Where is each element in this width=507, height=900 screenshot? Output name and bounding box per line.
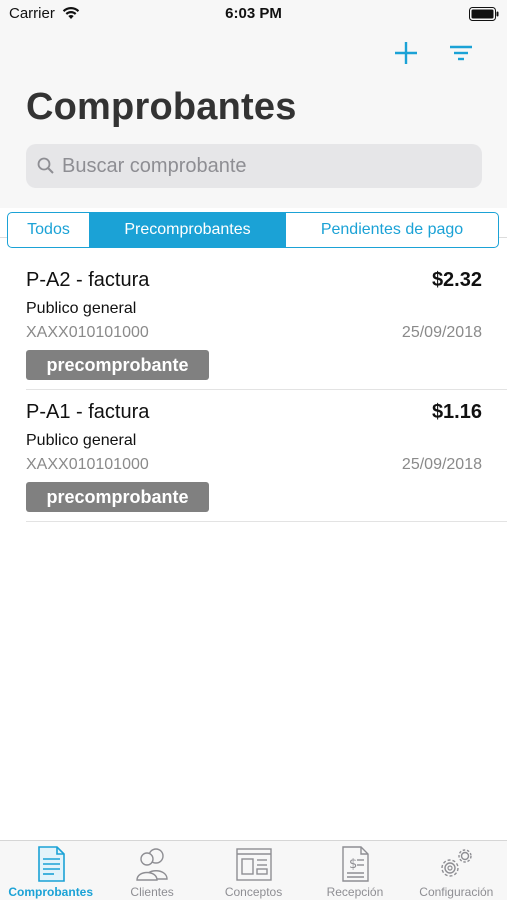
- page-title: Comprobantes: [26, 86, 297, 128]
- status-badge: precomprobante: [26, 350, 209, 380]
- item-divider: [26, 521, 507, 522]
- status-time: 6:03 PM: [225, 5, 282, 22]
- item-client: Publico general: [26, 432, 137, 449]
- tab-label: Conceptos: [224, 885, 283, 899]
- segmented-control: Todos Precomprobantes Pendientes de pago: [7, 212, 499, 248]
- tab-label: Configuración: [419, 885, 494, 899]
- segment-pendientes-de-pago[interactable]: Pendientes de pago: [285, 213, 498, 247]
- search-input[interactable]: [62, 144, 472, 188]
- item-date: 25/09/2018: [401, 324, 482, 341]
- invoice-icon: $: [342, 846, 369, 882]
- tab-configuracion[interactable]: Configuración: [406, 841, 507, 900]
- comprobantes-list: P-A2 - factura $2.32 Publico general XAX…: [0, 258, 507, 522]
- tab-bar: Comprobantes Clientes Conceptos $ Recepc…: [0, 840, 507, 900]
- gears-icon: [441, 849, 473, 877]
- header: Comprobantes: [0, 30, 507, 238]
- item-rfc: XAXX010101000: [26, 456, 149, 473]
- tab-label: Comprobantes: [8, 885, 94, 899]
- list-item[interactable]: P-A1 - factura $1.16 Publico general XAX…: [0, 390, 507, 522]
- status-bar: Carrier 6:03 PM: [0, 0, 507, 30]
- list-item[interactable]: P-A2 - factura $2.32 Publico general XAX…: [0, 258, 507, 390]
- search-bar[interactable]: [26, 144, 482, 188]
- catalog-icon: [235, 848, 272, 881]
- document-icon: [37, 846, 65, 882]
- item-date: 25/09/2018: [401, 456, 482, 473]
- item-title: P-A1 - factura: [26, 401, 150, 423]
- tab-comprobantes[interactable]: Comprobantes: [0, 841, 101, 900]
- tab-conceptos[interactable]: Conceptos: [203, 841, 304, 900]
- plus-icon[interactable]: [392, 39, 420, 67]
- tab-recepcion[interactable]: $ Recepción: [304, 841, 405, 900]
- tab-label: Clientes: [130, 885, 174, 899]
- item-amount: $1.16: [431, 401, 482, 423]
- svg-text:$: $: [349, 857, 357, 872]
- item-title: P-A2 - factura: [26, 269, 150, 291]
- segment-precomprobantes[interactable]: Precomprobantes: [89, 213, 285, 247]
- battery-icon: [469, 7, 499, 21]
- status-badge: precomprobante: [26, 482, 209, 512]
- item-client: Publico general: [26, 300, 137, 317]
- tab-label: Recepción: [326, 885, 384, 899]
- tab-clientes[interactable]: Clientes: [101, 841, 202, 900]
- segment-todos[interactable]: Todos: [8, 213, 89, 247]
- filter-icon[interactable]: [447, 40, 475, 66]
- users-icon: [136, 848, 168, 881]
- search-icon: [37, 157, 54, 174]
- item-rfc: XAXX010101000: [26, 324, 149, 341]
- item-amount: $2.32: [431, 269, 482, 291]
